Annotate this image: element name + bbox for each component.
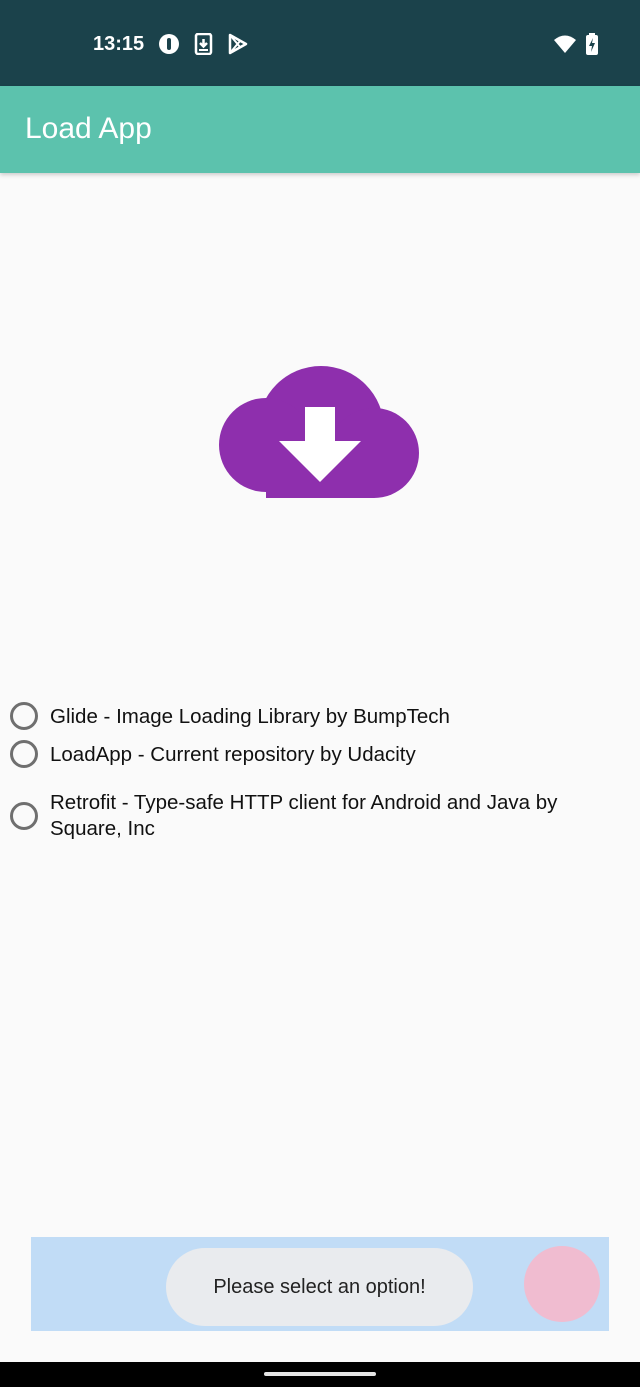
cloud-download-icon (219, 365, 421, 500)
pill-app-icon (158, 33, 180, 59)
app-title: Load App (25, 112, 152, 145)
radio-button-glide[interactable] (10, 702, 38, 730)
wifi-icon (553, 33, 577, 59)
option-label-glide: Glide - Image Loading Library by BumpTec… (50, 705, 450, 728)
download-options-radio-group: Glide - Image Loading Library by BumpTec… (0, 692, 640, 840)
status-bar: 13:15 (0, 0, 640, 86)
radio-option-loadapp[interactable]: LoadApp - Current repository by Udacity (0, 730, 640, 780)
download-notification-icon (194, 32, 214, 59)
status-time: 13:15 (93, 33, 145, 55)
toast-message: Please select an option! (166, 1248, 473, 1326)
app-bar: Load App (0, 86, 640, 173)
battery-charging-icon (585, 33, 599, 59)
radio-button-loadapp[interactable] (10, 740, 38, 768)
progress-circle (524, 1246, 600, 1322)
toast-text: Please select an option! (213, 1275, 426, 1298)
option-label-loadapp: LoadApp - Current repository by Udacity (50, 743, 416, 766)
radio-button-retrofit[interactable] (10, 802, 38, 830)
option-label-retrofit: Retrofit - Type-safe HTTP client for And… (50, 791, 558, 840)
play-store-icon (227, 33, 249, 59)
radio-option-glide[interactable]: Glide - Image Loading Library by BumpTec… (0, 692, 640, 730)
home-gesture-handle[interactable] (264, 1372, 376, 1376)
radio-option-retrofit[interactable]: Retrofit - Type-safe HTTP client for And… (0, 780, 640, 840)
navigation-bar (0, 1362, 640, 1387)
